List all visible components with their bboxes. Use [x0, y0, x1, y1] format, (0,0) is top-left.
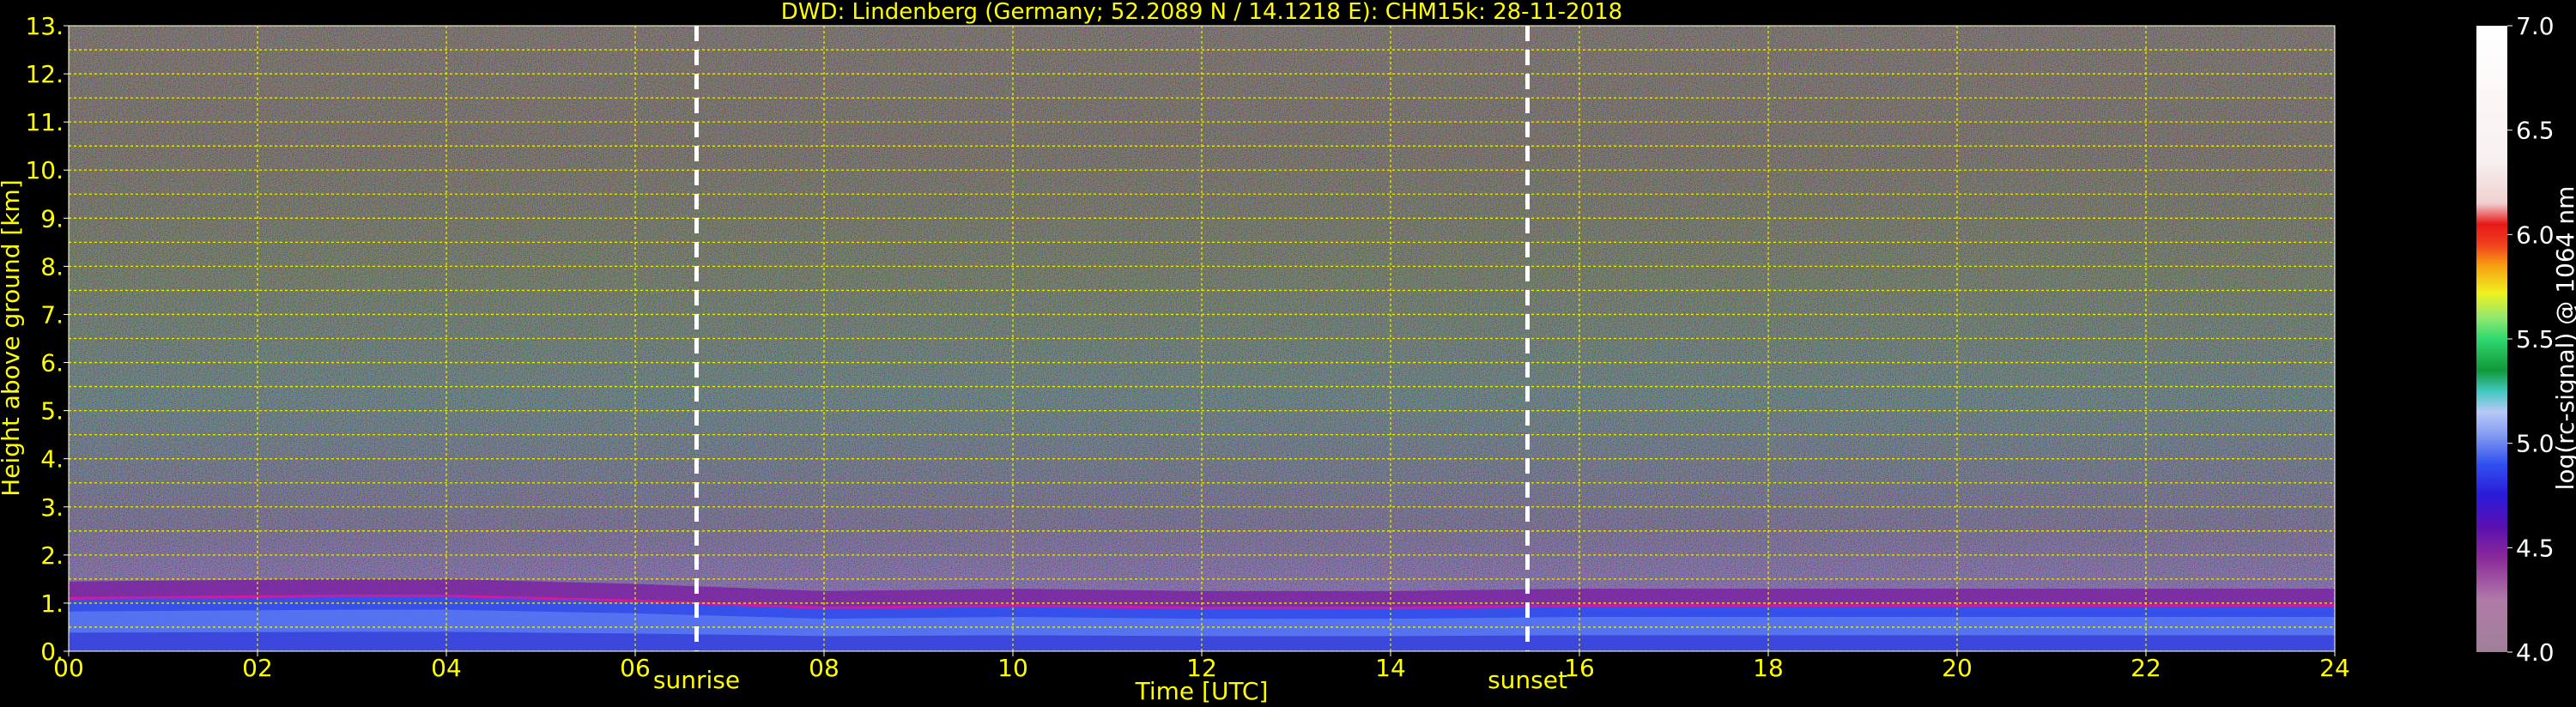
y-tick-label: 3.: [40, 493, 64, 522]
x-tick-label: 18: [1753, 654, 1784, 682]
x-tick-label: 10: [997, 654, 1028, 682]
x-tick-label: 16: [1564, 654, 1595, 682]
y-axis: 0. 1. 2. 3. 4. 5. 6. 7. 8. 9. 10. 11. 12. 13.: [25, 12, 69, 666]
colorbar-tick-label: 6.5: [2516, 117, 2555, 145]
event-label-sunrise: sunrise: [653, 666, 740, 694]
x-tick-label: 22: [2131, 654, 2161, 682]
ceilometer-chart: DWD: Lindenberg (Germany; 52.2089 N / 14…: [0, 0, 2576, 705]
y-tick-label: 7.: [40, 300, 64, 329]
y-tick-label: 0.: [40, 638, 64, 666]
colorbar-tick-label: 4.0: [2516, 638, 2555, 667]
colorbar-tick-label: 5.0: [2516, 430, 2555, 458]
event-labels: sunrise sunset: [653, 666, 1567, 694]
colorbar-ticks: 4.0 4.5 5.0 5.5 6.0 6.5 7.0: [2507, 12, 2555, 667]
y-tick-label: 6.: [40, 349, 64, 378]
y-axis-label: Height above ground [km]: [0, 179, 25, 497]
x-axis-label: Time [UTC]: [1135, 677, 1269, 705]
y-tick-label: 2.: [40, 541, 64, 570]
event-label-sunset: sunset: [1488, 666, 1567, 694]
colorbar-tick-label: 6.0: [2516, 221, 2555, 249]
y-tick-label: 10.: [25, 156, 64, 184]
y-tick-label: 12.: [25, 60, 64, 88]
x-tick-label: 08: [809, 654, 839, 682]
x-tick-label: 20: [1942, 654, 1973, 682]
y-tick-label: 5.: [40, 397, 64, 426]
chart-title: DWD: Lindenberg (Germany; 52.2089 N / 14…: [781, 0, 1622, 25]
colorbar-label: log(rc-signal) @ 1064 nm: [2551, 186, 2576, 491]
y-tick-label: 9.: [40, 204, 64, 233]
colorbar-tick-label: 7.0: [2516, 12, 2555, 40]
y-tick-label: 11.: [25, 108, 64, 136]
y-tick-label: 8.: [40, 252, 64, 281]
x-tick-label: 06: [620, 654, 651, 682]
x-tick-label: 14: [1375, 654, 1406, 682]
y-tick-label: 1.: [40, 589, 64, 618]
colorbar: [2476, 26, 2507, 652]
x-tick-label: 02: [242, 654, 273, 682]
y-tick-label: 4.: [40, 445, 64, 474]
y-tick-label: 13.: [25, 12, 64, 40]
plot-area: [69, 26, 2335, 651]
x-tick-label: 04: [431, 654, 462, 682]
colorbar-tick-label: 4.5: [2516, 534, 2555, 562]
x-tick-label: 24: [2319, 654, 2350, 682]
colorbar-tick-label: 5.5: [2516, 325, 2555, 354]
